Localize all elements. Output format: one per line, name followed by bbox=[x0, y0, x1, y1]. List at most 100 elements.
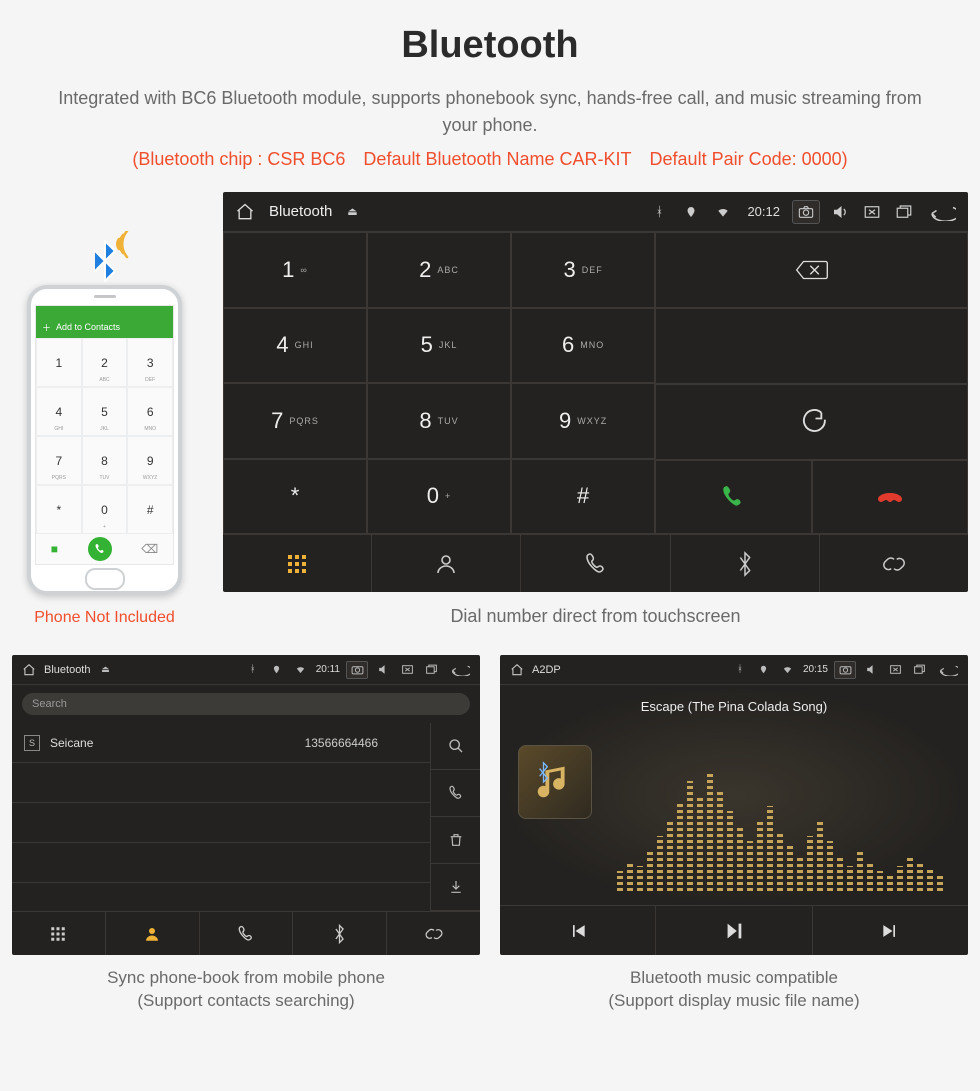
album-art-icon bbox=[518, 745, 592, 819]
page-title: Bluetooth bbox=[12, 24, 968, 67]
back-icon[interactable] bbox=[446, 661, 472, 679]
phone-mockup: ＋ Add to Contacts 12ABC3DEF4GHI5JKL6MNO7… bbox=[27, 285, 182, 595]
backspace-button[interactable] bbox=[655, 232, 968, 308]
bluetooth-status-icon: ᚼ bbox=[731, 661, 749, 679]
phone-key: 5JKL bbox=[82, 387, 128, 436]
phone-key: 1 bbox=[36, 338, 82, 387]
recent-apps-icon[interactable] bbox=[910, 661, 928, 679]
dialer-key[interactable]: # bbox=[511, 459, 655, 535]
empty-cell bbox=[655, 308, 968, 384]
location-icon bbox=[755, 661, 773, 679]
back-icon[interactable] bbox=[934, 661, 960, 679]
dialer-key[interactable]: 4GHI bbox=[223, 308, 367, 384]
tab-contacts[interactable] bbox=[372, 535, 521, 592]
play-pause-button[interactable] bbox=[656, 906, 812, 955]
hu3-status-bar: A2DP ᚼ 20:15 bbox=[500, 655, 968, 685]
dialer-caption: Dial number direct from touchscreen bbox=[223, 606, 968, 627]
hu3-app-title: A2DP bbox=[532, 664, 561, 676]
home-icon[interactable] bbox=[20, 661, 38, 679]
phone-key: 8TUV bbox=[82, 436, 128, 485]
tab-call-log[interactable] bbox=[521, 535, 670, 592]
close-app-icon[interactable] bbox=[886, 661, 904, 679]
screenshot-icon[interactable] bbox=[346, 661, 368, 679]
contacts-delete-button[interactable] bbox=[430, 817, 480, 864]
video-call-icon: ■ bbox=[51, 542, 58, 556]
close-app-icon[interactable] bbox=[860, 200, 884, 224]
page-description: Integrated with BC6 Bluetooth module, su… bbox=[40, 85, 940, 139]
screenshot-icon[interactable] bbox=[792, 200, 820, 224]
contact-row[interactable]: S Seicane 13566664466 bbox=[12, 723, 430, 763]
next-track-button[interactable] bbox=[813, 906, 968, 955]
tab-paired[interactable] bbox=[387, 912, 480, 955]
contact-number: 13566664466 bbox=[305, 736, 378, 750]
search-placeholder: Search bbox=[32, 698, 67, 710]
tab-call-log[interactable] bbox=[200, 912, 294, 955]
dialer-key[interactable]: 1∞ bbox=[223, 232, 367, 308]
contacts-search-button[interactable] bbox=[430, 723, 480, 770]
phone-key: 7PQRS bbox=[36, 436, 82, 485]
tab-keypad[interactable] bbox=[12, 912, 106, 955]
contacts-call-button[interactable] bbox=[430, 770, 480, 817]
back-icon[interactable] bbox=[924, 200, 958, 224]
dialer-key[interactable]: 3DEF bbox=[511, 232, 655, 308]
volume-icon[interactable] bbox=[862, 661, 880, 679]
recent-apps-icon[interactable] bbox=[422, 661, 440, 679]
end-call-button[interactable] bbox=[812, 460, 968, 534]
phone-plus-icon: ＋ bbox=[42, 321, 51, 334]
bluetooth-spec-line: (Bluetooth chip : CSR BC6 Default Blueto… bbox=[12, 149, 968, 170]
dialer-key[interactable]: 0+ bbox=[367, 459, 511, 535]
dialer-key[interactable]: 7PQRS bbox=[223, 383, 367, 459]
contacts-search-input[interactable]: Search bbox=[22, 693, 470, 715]
hu2-status-bar: Bluetooth ⏏ ᚼ 20:11 bbox=[12, 655, 480, 685]
answer-call-button[interactable] bbox=[655, 460, 811, 534]
close-app-icon[interactable] bbox=[398, 661, 416, 679]
bluetooth-logo-icon bbox=[75, 231, 135, 291]
tab-bluetooth[interactable] bbox=[293, 912, 387, 955]
usb-icon: ⏏ bbox=[96, 661, 114, 679]
phone-illustration-column: ＋ Add to Contacts 12ABC3DEF4GHI5JKL6MNO7… bbox=[12, 215, 197, 627]
contacts-caption: Sync phone-book from mobile phone(Suppor… bbox=[12, 967, 480, 1013]
phone-header-title: Add to Contacts bbox=[56, 322, 120, 332]
now-playing-title: Escape (The Pina Colada Song) bbox=[641, 699, 827, 714]
phone-key: 4GHI bbox=[36, 387, 82, 436]
dialer-key[interactable]: 2ABC bbox=[367, 232, 511, 308]
phone-key: 0+ bbox=[82, 485, 128, 534]
equalizer-visualizer bbox=[610, 755, 950, 891]
dialer-key[interactable]: * bbox=[223, 459, 367, 535]
wifi-icon bbox=[711, 200, 735, 224]
phone-header: ＋ Add to Contacts bbox=[36, 316, 173, 338]
prev-track-button[interactable] bbox=[500, 906, 656, 955]
a2dp-caption: Bluetooth music compatible(Support displ… bbox=[500, 967, 968, 1013]
home-icon[interactable] bbox=[508, 661, 526, 679]
hu-app-title: Bluetooth bbox=[269, 203, 332, 220]
wifi-icon bbox=[292, 661, 310, 679]
redial-button[interactable] bbox=[655, 384, 968, 460]
contact-name: Seicane bbox=[50, 736, 93, 750]
volume-icon[interactable] bbox=[374, 661, 392, 679]
recent-apps-icon[interactable] bbox=[892, 200, 916, 224]
tab-paired[interactable] bbox=[820, 535, 968, 592]
phone-key: # bbox=[127, 485, 173, 534]
call-button bbox=[88, 537, 112, 561]
bluetooth-status-icon: ᚼ bbox=[244, 661, 262, 679]
wifi-icon bbox=[779, 661, 797, 679]
headunit-contacts-screen: Bluetooth ⏏ ᚼ 20:11 Search bbox=[12, 655, 480, 955]
tab-bluetooth[interactable] bbox=[671, 535, 820, 592]
volume-icon[interactable] bbox=[828, 200, 852, 224]
home-icon[interactable] bbox=[233, 200, 257, 224]
dialer-key[interactable]: 5JKL bbox=[367, 308, 511, 384]
contacts-sync-button[interactable] bbox=[430, 864, 480, 911]
dialer-key[interactable]: 9WXYZ bbox=[511, 383, 655, 459]
location-icon bbox=[679, 200, 703, 224]
contact-row-empty bbox=[12, 763, 430, 803]
hu-status-bar: Bluetooth ⏏ ᚼ 20:12 bbox=[223, 192, 968, 232]
usb-icon: ⏏ bbox=[340, 200, 364, 224]
tab-keypad[interactable] bbox=[223, 535, 372, 592]
phone-key: * bbox=[36, 485, 82, 534]
tab-contacts[interactable] bbox=[106, 912, 200, 955]
headunit-a2dp-screen: A2DP ᚼ 20:15 Escape (The Pina Colada Son… bbox=[500, 655, 968, 955]
screenshot-icon[interactable] bbox=[834, 661, 856, 679]
dialer-key[interactable]: 6MNO bbox=[511, 308, 655, 384]
bluetooth-status-icon: ᚼ bbox=[647, 200, 671, 224]
dialer-key[interactable]: 8TUV bbox=[367, 383, 511, 459]
